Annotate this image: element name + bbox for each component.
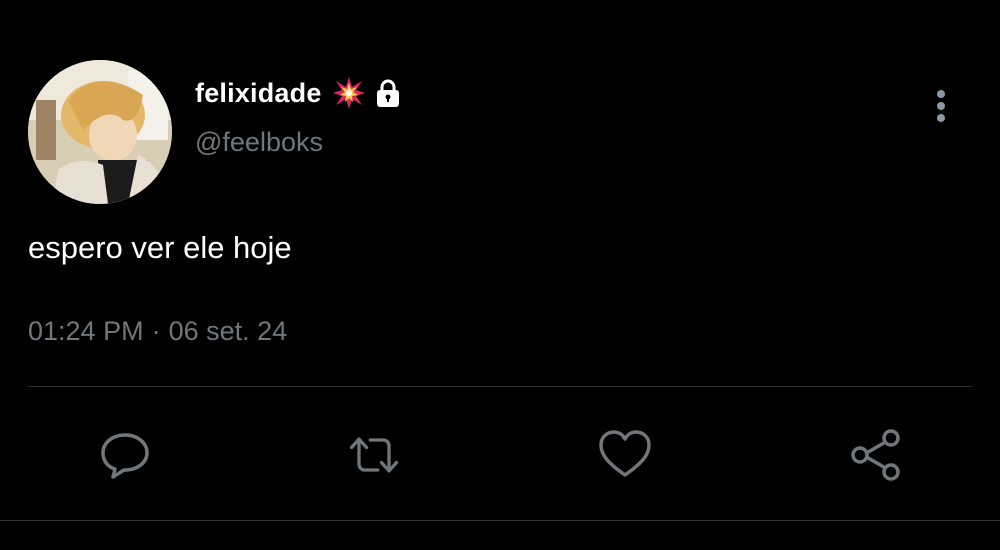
lock-icon — [372, 77, 404, 109]
collision-emoji-icon — [332, 76, 366, 110]
divider — [0, 520, 1000, 521]
author-name-row: felixidade — [195, 76, 404, 110]
heart-icon — [599, 430, 651, 477]
share-button[interactable] — [846, 425, 906, 485]
tweet-time: 01:24 PM — [28, 316, 144, 346]
tweet-date: 06 set. 24 — [168, 316, 288, 346]
tweet-timestamp[interactable]: 01:24 PM · 06 set. 24 — [28, 316, 287, 347]
author-handle[interactable]: @feelboks — [195, 127, 323, 158]
retweet-icon — [349, 437, 399, 473]
like-button[interactable] — [595, 425, 655, 485]
speech-bubble-icon — [101, 433, 149, 479]
timestamp-separator: · — [151, 316, 161, 346]
tweet-text: espero ver ele hoje — [28, 230, 292, 265]
reply-button[interactable] — [95, 425, 155, 485]
display-name[interactable]: felixidade — [195, 78, 322, 109]
retweet-button[interactable] — [344, 425, 404, 485]
avatar[interactable] — [28, 60, 172, 204]
vertical-dots-icon — [937, 90, 945, 122]
more-options-button[interactable] — [924, 86, 958, 126]
avatar-image — [28, 60, 172, 204]
share-icon — [851, 429, 900, 481]
divider — [28, 386, 972, 387]
